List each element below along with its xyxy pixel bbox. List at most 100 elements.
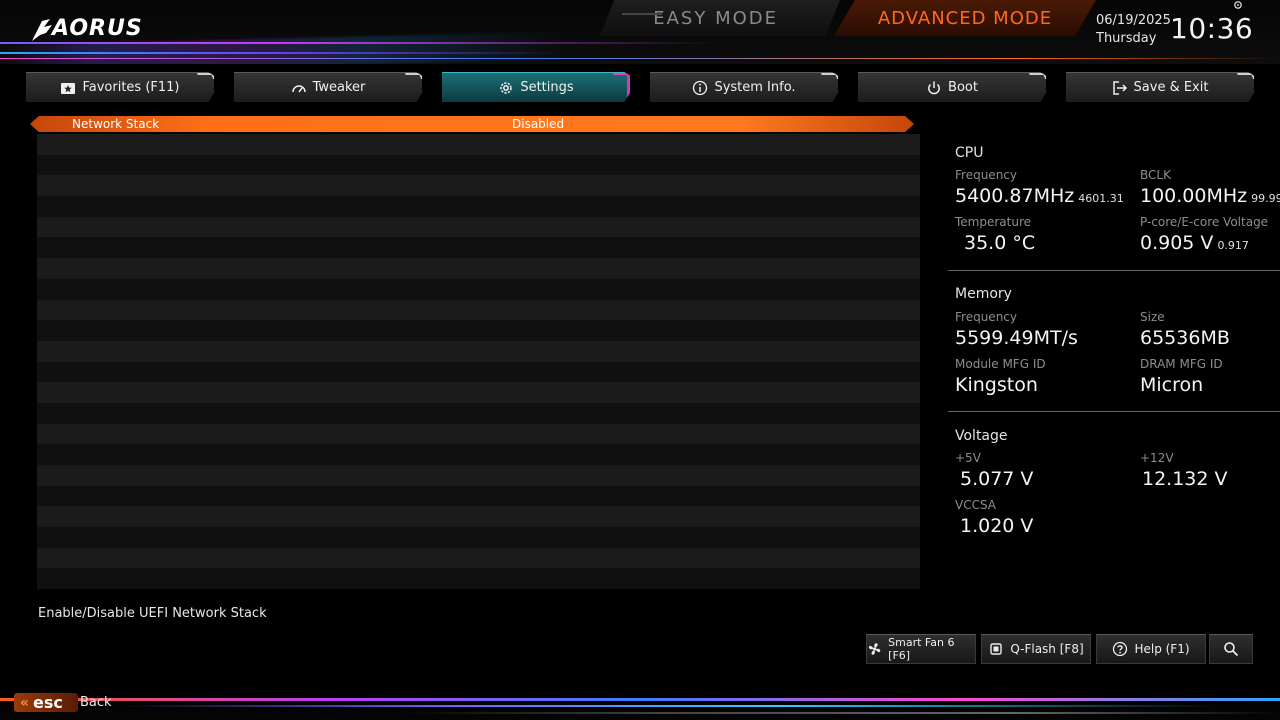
easy-mode-label: EASY MODE — [653, 7, 778, 29]
bclk-label: BCLK — [1140, 168, 1171, 182]
cpu-frequency-label: Frequency — [955, 168, 1017, 182]
tab-corner-decor — [404, 73, 422, 79]
list-row — [37, 278, 920, 300]
list-row — [37, 299, 920, 321]
advanced-mode-button[interactable]: ADVANCED MODE — [834, 0, 1096, 36]
core-voltage-value: 0.905 V 0.917 — [1140, 232, 1249, 254]
list-row — [37, 465, 920, 486]
dash-decor — [622, 13, 662, 15]
core-voltage-sub: 0.917 — [1217, 239, 1249, 252]
v5-value: 5.077 V — [960, 468, 1034, 490]
vccsa-label: VCCSA — [955, 498, 997, 512]
list-row — [37, 568, 920, 590]
list-row — [37, 340, 920, 362]
settings-gear-icon[interactable] — [1233, 0, 1243, 10]
search-button[interactable] — [1209, 634, 1253, 664]
list-row — [37, 154, 920, 176]
list-row — [37, 134, 920, 155]
memory-title: Memory — [955, 286, 1012, 302]
tab-boot[interactable]: Boot — [858, 72, 1046, 102]
list-row — [37, 258, 920, 279]
smart-fan-button[interactable]: Smart Fan 6 [F6] — [866, 634, 976, 664]
star-folder-icon — [61, 82, 76, 94]
cpu-section-title: CPU — [955, 145, 1280, 161]
list-row — [37, 506, 920, 528]
core-voltage-label: P-core/E-core Voltage — [1140, 215, 1269, 229]
list-row — [37, 361, 920, 383]
help-label: Help (F1) — [1134, 642, 1190, 656]
list-row — [37, 216, 920, 238]
search-icon — [1224, 642, 1239, 657]
list-row — [37, 320, 920, 341]
list-row — [37, 402, 920, 424]
cpu-title: CPU — [955, 145, 984, 161]
gear-icon — [500, 81, 513, 94]
list-row — [37, 423, 920, 445]
bclk-value: 100.00MHz 99.99 — [1140, 185, 1280, 207]
power-icon — [928, 81, 940, 94]
info-icon — [693, 80, 708, 95]
tab-label: Favorites (F11) — [82, 80, 180, 95]
esc-button[interactable]: « esc — [14, 693, 78, 712]
tab-favorites[interactable]: Favorites (F11) — [26, 72, 214, 102]
list-row — [37, 382, 920, 403]
cpu-frequency-sub: 4601.31 — [1078, 192, 1124, 205]
qflash-label: Q-Flash [F8] — [1010, 642, 1084, 656]
help-description: Enable/Disable UEFI Network Stack — [38, 606, 267, 621]
tab-corner-decor — [820, 73, 838, 79]
neon-line-decor — [120, 705, 1220, 707]
easy-mode-button[interactable]: EASY MODE — [600, 0, 840, 36]
qflash-button[interactable]: Q-Flash [F8] — [981, 634, 1091, 664]
dram-mfg-value: Micron — [1140, 374, 1204, 396]
list-row — [37, 444, 920, 465]
voltage-section-title: Voltage — [955, 428, 1280, 444]
tab-corner-decor — [196, 73, 214, 79]
dram-mfg-label: DRAM MFG ID — [1140, 357, 1223, 371]
tab-label: Settings — [520, 80, 574, 95]
neon-line-decor — [0, 698, 1280, 701]
cpu-temperature-value: 35.0 °C — [964, 232, 1036, 254]
bottom-neon-decor — [0, 690, 1280, 720]
vccsa-value: 1.020 V — [960, 515, 1034, 537]
speedometer-icon — [291, 84, 306, 92]
memory-section-title: Memory — [955, 286, 1280, 302]
list-row — [37, 175, 920, 197]
tab-save-exit[interactable]: Save & Exit — [1066, 72, 1254, 102]
setting-value[interactable]: Disabled — [512, 116, 564, 132]
help-button[interactable]: Help (F1) — [1096, 634, 1206, 664]
memory-size-label: Size — [1140, 310, 1165, 324]
cpu-temperature-label: Temperature — [955, 215, 1032, 229]
cpu-frequency-value: 5400.87MHz 4601.31 — [955, 185, 1124, 207]
clock-display[interactable]: 10:36 — [1170, 12, 1253, 45]
v12-value: 12.132 V — [1142, 468, 1228, 490]
neon-line-decor — [0, 52, 560, 54]
tab-label: Tweaker — [312, 80, 366, 95]
back-label[interactable]: Back — [80, 695, 112, 710]
tab-label: Boot — [948, 80, 978, 95]
setting-name: Network Stack — [72, 117, 160, 131]
help-icon — [1113, 641, 1128, 657]
esc-label: esc — [33, 693, 63, 712]
brand-logo-text: AORUS — [52, 16, 143, 41]
tab-settings[interactable]: Settings — [442, 72, 630, 102]
settings-list — [37, 134, 920, 590]
tab-corner-decor — [1236, 73, 1254, 79]
date-display: 06/19/2025 — [1096, 13, 1171, 28]
memory-frequency-label: Frequency — [955, 310, 1017, 324]
module-mfg-label: Module MFG ID — [955, 357, 1046, 371]
setting-network-stack[interactable]: Network Stack Disabled — [30, 116, 914, 132]
neon-line-decor — [0, 58, 1280, 59]
bclk-main: 100.00MHz — [1140, 185, 1248, 207]
bclk-sub: 99.99 — [1251, 192, 1280, 205]
tab-tweaker[interactable]: Tweaker — [234, 72, 422, 102]
list-row — [37, 237, 920, 259]
tab-system-info[interactable]: System Info. — [650, 72, 838, 102]
chip-icon — [990, 643, 1003, 655]
smart-fan-label: Smart Fan 6 [F6] — [888, 636, 955, 662]
section-divider — [948, 411, 1280, 412]
neon-line-decor — [400, 712, 1280, 714]
memory-frequency-value: 5599.49MT/s — [955, 327, 1078, 349]
tab-corner-decor — [1028, 73, 1046, 79]
list-row — [37, 547, 920, 569]
cpu-frequency-main: 5400.87MHz — [955, 185, 1075, 207]
